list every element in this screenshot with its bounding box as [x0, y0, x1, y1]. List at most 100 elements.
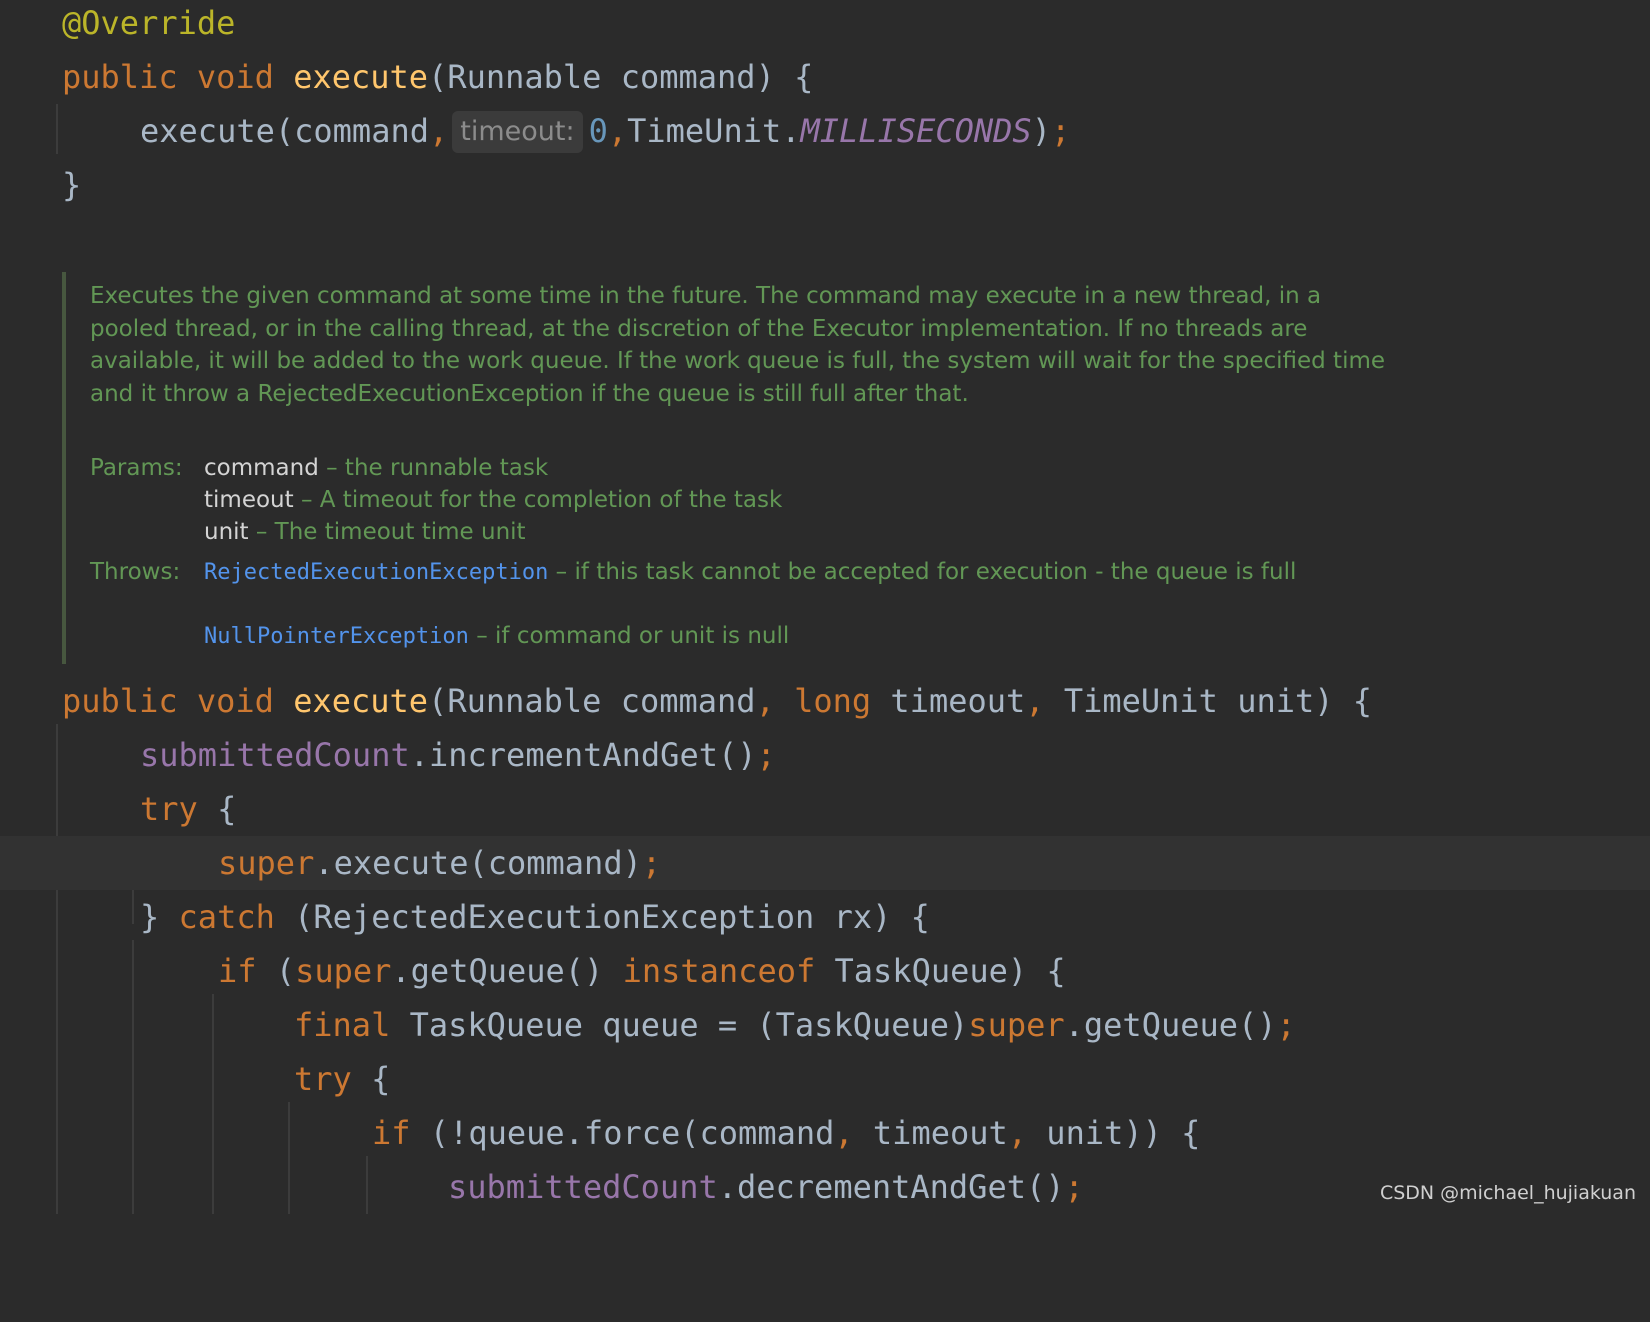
code-text: submittedCount.incrementAndGet();	[140, 728, 776, 782]
code-token: (RejectedExecutionException rx) {	[274, 898, 930, 936]
code-token: long	[794, 682, 872, 720]
code-token: ,	[1007, 1114, 1028, 1152]
code-token: ,	[834, 1114, 854, 1152]
code-line-if-instanceof[interactable]: if (super.getQueue() instanceof TaskQueu…	[0, 944, 1650, 998]
code-text: public void execute(Runnable command) {	[62, 50, 813, 104]
code-line-try-inner[interactable]: try {	[0, 1052, 1650, 1106]
code-token: try	[140, 790, 198, 828]
code-token: .execute(command)	[314, 844, 642, 882]
code-text: if (!queue.force(command, timeout, unit)…	[372, 1106, 1200, 1160]
param-name: unit	[204, 519, 249, 545]
javadoc-param-command: command – the runnable task	[204, 452, 1404, 484]
javadoc-rendered: Executes the given command at some time …	[62, 272, 1466, 664]
code-text: @Override	[62, 0, 235, 50]
javadoc-param-unit: unit – The timeout time unit	[204, 516, 1404, 548]
code-token: if	[372, 1114, 411, 1152]
code-token: {	[197, 790, 237, 828]
code-line-super-execute[interactable]: super.execute(command);	[0, 836, 1650, 890]
exception-link[interactable]: NullPointerException	[204, 624, 469, 649]
param-desc: – A timeout for the completion of the ta…	[293, 487, 783, 513]
code-token: void	[196, 58, 274, 96]
code-token: TimeUnit.	[627, 112, 801, 150]
code-token: execute	[293, 682, 429, 720]
code-token: unit)) {	[1027, 1114, 1201, 1152]
param-desc: – the runnable task	[318, 455, 549, 481]
code-token: instanceof	[622, 952, 816, 990]
code-token: try	[294, 1060, 352, 1098]
code-token: public	[62, 58, 178, 96]
code-token: ,	[428, 112, 449, 150]
code-line-override[interactable]: @Override	[0, 0, 1650, 50]
code-line-catch[interactable]: } catch (RejectedExecutionException rx) …	[0, 890, 1650, 944]
code-token: execute	[293, 58, 429, 96]
code-editor[interactable]: @Override public void execute(Runnable c…	[0, 0, 1650, 1214]
code-token: (Runnable command	[428, 682, 756, 720]
exception-desc: – if this task cannot be accepted for ex…	[548, 559, 1297, 585]
javadoc-param-timeout: timeout – A timeout for the completion o…	[204, 484, 1404, 516]
code-token: (Runnable command) {	[428, 58, 814, 96]
code-text: final TaskQueue queue = (TaskQueue)super…	[294, 998, 1296, 1052]
code-line-execute-timeout-signature[interactable]: public void execute(Runnable command, lo…	[0, 674, 1650, 728]
code-token: .getQueue()	[391, 952, 623, 990]
code-text: try {	[294, 1052, 390, 1106]
exception-link[interactable]: RejectedExecutionException	[204, 560, 548, 585]
code-text: public void execute(Runnable command, lo…	[62, 674, 1372, 728]
javadoc-params-label: Params:	[90, 455, 183, 481]
javadoc-throws-npe: NullPointerException – if command or uni…	[204, 620, 1404, 653]
code-token: .incrementAndGet()	[409, 736, 757, 774]
javadoc-description: Executes the given command at some time …	[90, 283, 1386, 407]
code-token: (!queue.force(command	[410, 1114, 835, 1152]
code-token: timeout	[871, 682, 1026, 720]
code-text: try {	[140, 782, 236, 836]
code-line-increment[interactable]: submittedCount.incrementAndGet();	[0, 728, 1650, 782]
code-token: TaskQueue queue = (TaskQueue)	[390, 1006, 969, 1044]
code-line-execute-call[interactable]: execute(command, timeout: 0,TimeUnit.MILLI…	[0, 104, 1650, 158]
code-text: if (super.getQueue() instanceof TaskQueu…	[218, 944, 1066, 998]
code-token: ,	[607, 112, 628, 150]
watermark: CSDN @michael_hujiakuan	[1379, 1182, 1636, 1204]
code-token: if	[218, 952, 257, 990]
code-token: }	[140, 898, 179, 936]
code-token: execute(command	[140, 112, 429, 150]
param-name: command	[204, 455, 319, 481]
code-token: submittedCount	[448, 1168, 718, 1206]
code-token: final	[294, 1006, 391, 1044]
code-line-if-force[interactable]: if (!queue.force(command, timeout, unit)…	[0, 1106, 1650, 1160]
code-token: TaskQueue) {	[815, 952, 1066, 990]
code-token: {	[351, 1060, 391, 1098]
javadoc-throws-rejected: RejectedExecutionException – if this tas…	[204, 556, 1384, 589]
code-line-closing-brace[interactable]: }	[0, 158, 1650, 212]
javadoc-throws-label: Throws:	[90, 559, 181, 585]
code-text: super.execute(command);	[218, 836, 661, 890]
code-text: }	[62, 158, 81, 212]
code-token: timeout	[853, 1114, 1008, 1152]
code-text: } catch (RejectedExecutionException rx) …	[140, 890, 930, 944]
parameter-hint: timeout:	[452, 111, 583, 153]
code-line-try[interactable]: try {	[0, 782, 1650, 836]
code-token: ;	[1276, 1006, 1296, 1044]
code-token: submittedCount	[140, 736, 410, 774]
code-token: 0	[588, 112, 608, 150]
code-line-execute-signature[interactable]: public void execute(Runnable command) {	[0, 50, 1650, 104]
code-token: ,	[1025, 682, 1045, 720]
code-line-final-queue[interactable]: final TaskQueue queue = (TaskQueue)super…	[0, 998, 1650, 1052]
param-desc: – The timeout time unit	[248, 519, 526, 545]
code-token: }	[62, 166, 82, 204]
code-token: super	[218, 844, 315, 882]
code-text: submittedCount.decrementAndGet();	[448, 1160, 1084, 1214]
code-token: ;	[1050, 112, 1071, 150]
code-token: ;	[1064, 1168, 1084, 1206]
code-token: ;	[756, 736, 776, 774]
code-text: execute(command, timeout: 0,TimeUnit.MILLI…	[140, 104, 1070, 158]
code-token: ,	[755, 682, 775, 720]
code-token: .getQueue()	[1064, 1006, 1277, 1044]
code-token: @Override	[62, 4, 236, 42]
code-token: void	[196, 682, 274, 720]
code-token: super	[968, 1006, 1065, 1044]
code-token: ;	[641, 844, 662, 882]
